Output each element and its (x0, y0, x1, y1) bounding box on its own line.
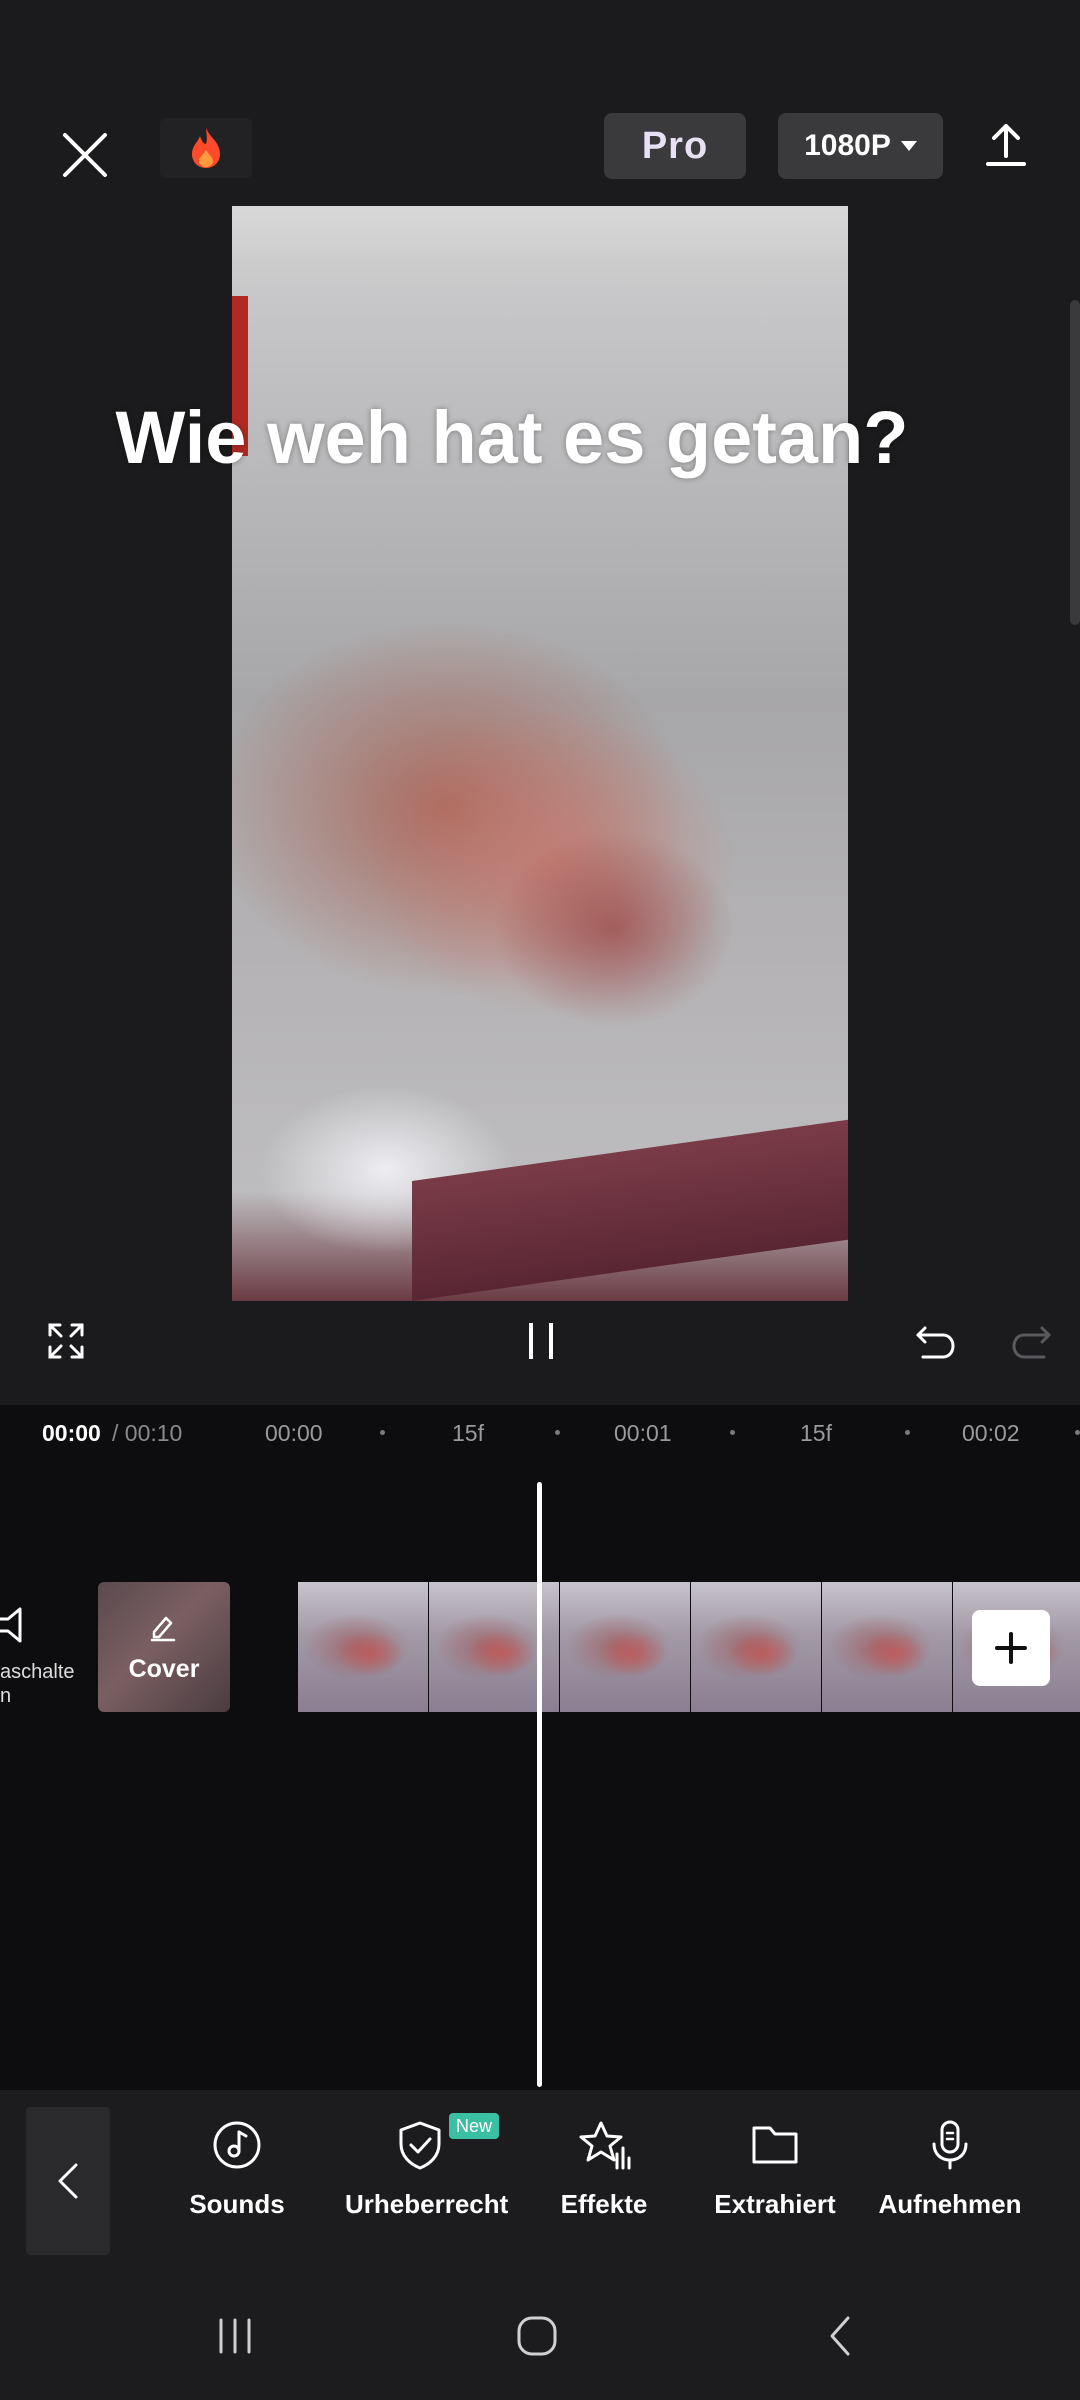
add-clip-button[interactable] (972, 1610, 1050, 1686)
ruler-label: 00:01 (614, 1420, 672, 1446)
tool-aufnehmen[interactable]: Aufnehmen (875, 2118, 1025, 2220)
chevron-down-icon (900, 141, 917, 151)
home-button[interactable] (512, 2313, 562, 2359)
ruler-dot (730, 1430, 735, 1435)
cover-thumbnail[interactable] (98, 1582, 230, 1712)
video-clip-track[interactable] (298, 1582, 1080, 1712)
ruler-label: 15f (800, 1420, 832, 1446)
video-preview[interactable] (232, 206, 848, 1301)
tool-label: Aufnehmen (878, 2189, 1022, 2219)
ruler-dot (1075, 1430, 1080, 1435)
tool-label: Effekte (560, 2189, 648, 2219)
mute-label[interactable]: aschalte n (0, 1660, 80, 1708)
ruler-label: 00:00 (265, 1420, 323, 1446)
redo-button[interactable] (1005, 1315, 1057, 1367)
video-frame-ceiling (232, 206, 848, 286)
plus-icon (995, 1632, 1027, 1664)
trending-button[interactable] (160, 118, 252, 178)
ruler-dot (555, 1430, 560, 1435)
pause-icon (529, 1323, 553, 1359)
chevron-left-icon (58, 2163, 78, 2199)
cover-label[interactable]: Cover (98, 1655, 230, 1684)
undo-icon (916, 1326, 955, 1359)
current-time: 00:00 (42, 1420, 101, 1446)
clip-frame (691, 1582, 821, 1712)
recent-apps-button[interactable] (210, 2316, 260, 2356)
ruler-label: 00:02 (962, 1420, 1020, 1446)
home-icon (517, 2316, 557, 2356)
clip-frame (560, 1582, 690, 1712)
fire-icon (192, 128, 220, 168)
resolution-label: 1080P (804, 129, 891, 162)
tool-label: Extrahiert (714, 2189, 836, 2219)
tool-extrahiert[interactable]: Extrahiert (700, 2118, 850, 2220)
speaker-icon[interactable] (0, 1605, 30, 1645)
tool-label: Urheberrecht (345, 2189, 509, 2219)
pro-label: Pro (641, 124, 709, 167)
recent-apps-icon (219, 2318, 251, 2354)
star-effects-icon (579, 2121, 631, 2170)
back-chevron-icon (830, 2316, 850, 2356)
pro-badge[interactable]: Pro (604, 113, 746, 179)
scroll-handle[interactable] (1070, 300, 1080, 625)
clip-frame (822, 1582, 952, 1712)
tool-effekte[interactable]: Effekte (529, 2118, 679, 2220)
new-badge: New (449, 2113, 499, 2139)
clip-frame (298, 1582, 428, 1712)
resolution-dropdown[interactable]: 1080P (778, 113, 943, 179)
fullscreen-button[interactable] (40, 1315, 92, 1367)
ruler-label: 15f (452, 1420, 484, 1446)
pause-button[interactable] (520, 1315, 562, 1367)
close-icon (63, 133, 107, 177)
ruler-dot (380, 1430, 385, 1435)
playhead[interactable] (537, 1482, 542, 2087)
edit-pencil-icon (148, 1612, 178, 1642)
tool-label: Sounds (189, 2189, 285, 2219)
toolbar-back-button[interactable] (26, 2107, 110, 2255)
close-button[interactable] (40, 110, 130, 200)
shield-check-icon (399, 2121, 441, 2170)
total-time: / 00:10 (112, 1420, 183, 1446)
ruler-dot (905, 1430, 910, 1435)
tool-sounds[interactable]: Sounds (162, 2118, 312, 2220)
video-frame-floor (412, 1119, 848, 1301)
caption-text[interactable]: Wie weh hat es getan? (0, 395, 1024, 480)
upload-icon (986, 124, 1026, 166)
undo-button[interactable] (910, 1315, 962, 1367)
microphone-icon (932, 2120, 968, 2170)
folder-icon (752, 2126, 798, 2164)
export-button[interactable] (970, 108, 1042, 180)
expand-icon (48, 1323, 84, 1359)
redo-icon (1012, 1326, 1051, 1359)
back-button[interactable] (820, 2313, 860, 2359)
music-note-icon (213, 2121, 261, 2169)
